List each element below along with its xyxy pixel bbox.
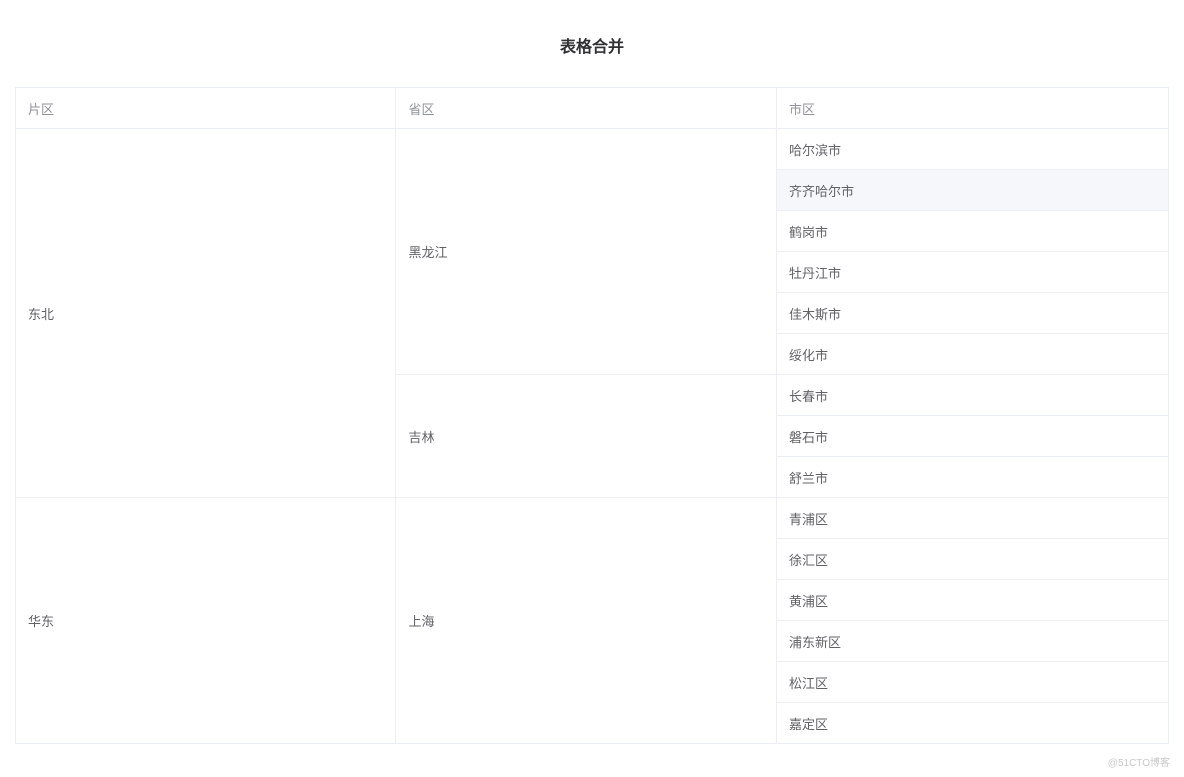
cell-city: 佳木斯市 [776,293,1168,334]
cell-city: 磐石市 [776,416,1168,457]
cell-city: 黄浦区 [776,580,1168,621]
cell-city: 哈尔滨市 [776,129,1168,170]
table-row[interactable]: 华东上海青浦区 [16,498,1169,539]
cell-city: 浦东新区 [776,621,1168,662]
watermark: @51CTO博客 [1108,754,1170,769]
cell-city: 徐汇区 [776,539,1168,580]
cell-province: 上海 [396,498,776,744]
cell-city: 长春市 [776,375,1168,416]
column-header-region[interactable]: 片区 [16,88,396,129]
table-body: 东北黑龙江哈尔滨市齐齐哈尔市鹤岗市牡丹江市佳木斯市绥化市吉林长春市磐石市舒兰市华… [16,129,1169,744]
cell-city: 松江区 [776,662,1168,703]
cell-city: 舒兰市 [776,457,1168,498]
cell-city: 嘉定区 [776,703,1168,744]
table-header: 片区 省区 市区 [16,88,1169,129]
column-header-province[interactable]: 省区 [396,88,776,129]
cell-province: 吉林 [396,375,776,498]
cell-city: 鹤岗市 [776,211,1168,252]
cell-region: 华东 [16,498,396,744]
cell-region: 东北 [16,129,396,498]
page-title: 表格合并 [15,15,1169,87]
cell-province: 黑龙江 [396,129,776,375]
table-row[interactable]: 东北黑龙江哈尔滨市 [16,129,1169,170]
cell-city: 绥化市 [776,334,1168,375]
merged-table: 片区 省区 市区 东北黑龙江哈尔滨市齐齐哈尔市鹤岗市牡丹江市佳木斯市绥化市吉林长… [15,87,1169,744]
cell-city: 齐齐哈尔市 [776,170,1168,211]
cell-city: 青浦区 [776,498,1168,539]
cell-city: 牡丹江市 [776,252,1168,293]
column-header-city[interactable]: 市区 [776,88,1168,129]
